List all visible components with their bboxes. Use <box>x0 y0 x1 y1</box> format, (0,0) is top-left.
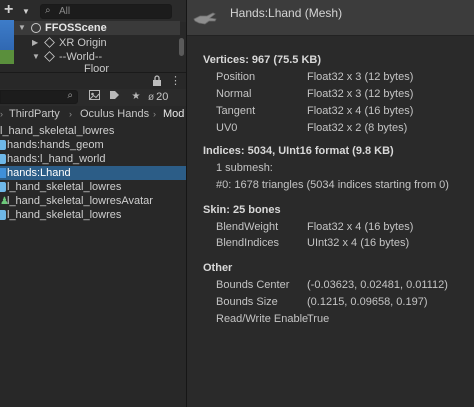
file-label: l_hand_skeletal_lowresAvatar <box>7 195 153 207</box>
search-icon: ⌕ <box>45 5 51 16</box>
attribute-name: Bounds Center <box>216 279 290 291</box>
scene-ground <box>0 50 14 64</box>
list-item[interactable]: l_hand_skeletal_lowres <box>0 208 186 222</box>
attribute-value: (-0.03623, 0.02481, 0.01112) <box>307 279 448 291</box>
other-attribute-row: Bounds Center (-0.03623, 0.02481, 0.0111… <box>216 279 471 293</box>
attribute-name: Normal <box>216 88 252 100</box>
inspector-panel: Hands:Lhand (Mesh) Vertices: 967 (75.5 K… <box>187 0 474 407</box>
search-by-type-icon[interactable] <box>86 90 102 104</box>
chevron-down-icon: ▼ <box>22 7 30 16</box>
attribute-value: (0.1215, 0.09658, 0.197) <box>307 296 428 308</box>
gameobject-icon <box>44 37 55 48</box>
list-item[interactable]: ♟ l_hand_skeletal_lowresAvatar <box>0 194 186 208</box>
list-item[interactable]: l_hand_skeletal_lowres <box>0 124 186 138</box>
submesh-count: 1 submesh: <box>216 162 273 174</box>
plus-icon: + <box>4 1 14 18</box>
breadcrumb-separator-icon: › <box>69 109 72 119</box>
attribute-name: Bounds Size <box>216 296 278 308</box>
vertex-attribute-row: Normal Float32 x 3 (12 bytes) <box>216 88 471 102</box>
vertex-attribute-row: UV0 Float32 x 2 (8 bytes) <box>216 122 471 136</box>
hierarchy-item-xr-origin[interactable]: ▶ XR Origin <box>14 36 180 50</box>
file-label: l_hand_skeletal_lowres <box>7 181 122 193</box>
list-item[interactable]: hands:hands_geom <box>0 138 186 152</box>
hierarchy-search-input[interactable]: ⌕ All <box>40 4 172 19</box>
attribute-value: Float32 x 3 (12 bytes) <box>307 71 414 83</box>
hidden-count-value: 20 <box>156 91 169 103</box>
skin-attribute-row: BlendWeight Float32 x 4 (16 bytes) <box>216 221 471 235</box>
list-item[interactable]: l_hand_skeletal_lowres <box>0 180 186 194</box>
hierarchy-item-label: Floor <box>84 63 110 72</box>
vertex-attribute-row: Tangent Float32 x 4 (16 bytes) <box>216 105 471 119</box>
attribute-value: Float32 x 4 (16 bytes) <box>307 105 414 117</box>
hierarchy-search-placeholder: All <box>59 6 71 17</box>
attribute-name: UV0 <box>216 122 238 134</box>
list-item[interactable]: hands:l_hand_world <box>0 152 186 166</box>
file-label: hands:l_hand_world <box>7 153 106 165</box>
add-object-button[interactable]: + ▼ <box>4 1 34 19</box>
breadcrumb-item[interactable]: ThirdParty <box>9 107 60 122</box>
asset-title: Hands:Lhand (Mesh) <box>230 6 343 20</box>
skin-attribute-row: BlendIndices UInt32 x 4 (16 bytes) <box>216 237 471 251</box>
inspector-header: Hands:Lhand (Mesh) <box>187 0 474 36</box>
attribute-name: BlendWeight <box>216 221 279 233</box>
hierarchy-item-floor[interactable]: Floor <box>14 62 180 72</box>
vertex-attribute-row: Position Float32 x 3 (12 bytes) <box>216 71 471 85</box>
submesh-detail: #0: 1678 triangles (5034 indices startin… <box>216 179 449 191</box>
file-label: hands:Lhand <box>7 167 71 179</box>
file-label: l_hand_skeletal_lowres <box>0 125 115 137</box>
more-options-icon[interactable]: ⋮ <box>170 74 181 87</box>
scene-view-preview[interactable] <box>0 20 14 64</box>
hierarchy-item-label: FFOSScene <box>45 22 107 34</box>
prefab-icon <box>0 140 6 150</box>
breadcrumb-item-current[interactable]: Mod <box>163 107 184 122</box>
breadcrumb-separator-icon: › <box>0 109 3 119</box>
attribute-value: Float32 x 3 (12 bytes) <box>307 88 414 100</box>
prefab-icon <box>0 154 6 164</box>
hand-mesh-icon <box>193 10 217 28</box>
avatar-icon: ♟ <box>0 196 9 207</box>
attribute-value: UInt32 x 4 (16 bytes) <box>307 237 410 249</box>
attribute-value: Float32 x 4 (16 bytes) <box>307 221 414 233</box>
gameobject-icon <box>44 51 55 62</box>
list-item-selected[interactable]: hands:Lhand <box>0 166 186 180</box>
breadcrumb: › ThirdParty › Oculus Hands › Mod <box>0 107 186 122</box>
search-icon: ⌕ <box>67 90 73 101</box>
attribute-name: Tangent <box>216 105 256 117</box>
hierarchy-item-label: XR Origin <box>59 37 107 49</box>
favorite-star-icon[interactable]: ★ <box>128 90 144 104</box>
hierarchy-scrollbar[interactable] <box>178 24 185 70</box>
lock-icon[interactable] <box>152 75 162 86</box>
attribute-value: True <box>307 313 330 325</box>
hierarchy-item-scene[interactable]: ▼ FFOSScene <box>14 21 180 35</box>
indices-header: Indices: 5034, UInt16 format (9.8 KB) <box>203 145 394 157</box>
other-header: Other <box>203 262 233 274</box>
breadcrumb-separator-icon: › <box>153 109 156 119</box>
hierarchy-toolbar: + ▼ ⌕ All <box>0 0 186 22</box>
skin-header: Skin: 25 bones <box>203 204 281 216</box>
project-tab-bar: ⋮ <box>0 72 186 89</box>
prefab-icon <box>0 182 6 192</box>
file-label: hands:hands_geom <box>7 139 104 151</box>
unity-scene-icon <box>31 23 41 33</box>
other-attribute-row: Read/Write Enable True <box>216 313 471 327</box>
scrollbar-thumb[interactable] <box>179 38 184 56</box>
project-toolbar: ⌕ ★ ø 20 <box>0 89 186 106</box>
breadcrumb-item[interactable]: Oculus Hands <box>80 107 149 122</box>
attribute-name: BlendIndices <box>216 237 279 249</box>
other-attribute-row: Bounds Size (0.1215, 0.09658, 0.197) <box>216 296 471 310</box>
prefab-icon <box>0 210 6 220</box>
mesh-icon <box>0 168 6 178</box>
attribute-name: Read/Write Enable <box>216 313 309 325</box>
collapse-arrow-icon: ▶ <box>32 38 39 47</box>
eye-slash-icon: ø <box>148 92 155 103</box>
project-search-input[interactable]: ⌕ <box>0 90 78 104</box>
hidden-packages-count[interactable]: ø 20 <box>148 90 186 104</box>
attribute-value: Float32 x 2 (8 bytes) <box>307 122 408 134</box>
left-panels: + ▼ ⌕ All ▼ FFOSScene ▶ XR Origin ▼ --Wo… <box>0 0 186 407</box>
vertices-header: Vertices: 967 (75.5 KB) <box>203 54 322 66</box>
search-by-label-icon[interactable] <box>106 90 122 104</box>
expand-arrow-icon: ▼ <box>18 23 26 32</box>
attribute-name: Position <box>216 71 256 83</box>
file-label: l_hand_skeletal_lowres <box>7 209 122 221</box>
